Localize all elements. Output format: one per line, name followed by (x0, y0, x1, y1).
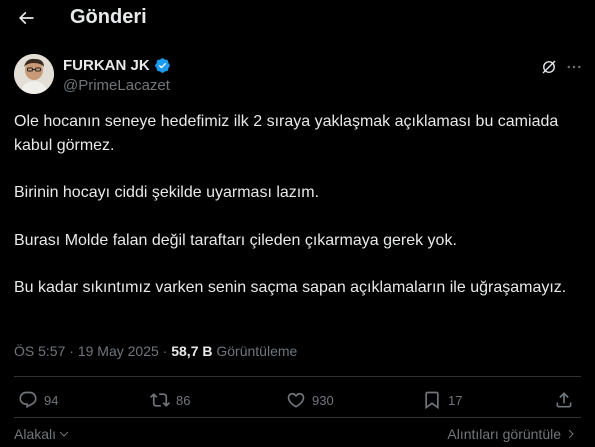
sort-label: Alakalı (14, 426, 57, 442)
sort-dropdown[interactable]: Alakalı (14, 426, 70, 442)
avatar-image (14, 54, 54, 94)
bookmark-button[interactable]: 17 (422, 390, 462, 410)
more-options-button[interactable] (563, 57, 585, 77)
share-icon (556, 392, 572, 408)
tweet-time[interactable]: ÖS 5:57 (14, 343, 65, 359)
view-quotes-link[interactable]: Alıntıları görüntüle (447, 426, 577, 442)
like-button[interactable]: 930 (286, 390, 334, 410)
author-handle[interactable]: @PrimeLacazet (63, 77, 171, 94)
tweet-paragraph: Bu kadar sıkıntımız varken senin saçma s… (14, 279, 567, 296)
reply-sort-bar: Alakalı Alıntıları görüntüle (0, 424, 595, 444)
share-button[interactable] (554, 390, 574, 410)
tweet-meta: ÖS 5:57 · 19 May 2025 · 58,7 B Görüntüle… (14, 343, 297, 359)
views-count: 58,7 B (171, 343, 213, 359)
repost-button[interactable]: 86 (150, 390, 190, 410)
tweet-actions: 94 86 930 17 (14, 390, 581, 412)
tweet-date[interactable]: 19 May 2025 (78, 343, 159, 359)
repost-count: 86 (176, 392, 191, 408)
view-quotes-label: Alıntıları görüntüle (447, 426, 561, 442)
arrow-left-icon (18, 11, 34, 25)
chevron-down-icon (59, 431, 69, 437)
reply-button[interactable]: 94 (18, 390, 58, 410)
back-button[interactable] (14, 6, 38, 30)
tweet-text: Ole hocanın seneye hedefimiz ilk 2 sıray… (14, 110, 574, 300)
reply-count: 94 (44, 392, 59, 408)
tweet-author: FURKAN JK @PrimeLacazet (14, 54, 581, 96)
like-count: 930 (312, 392, 334, 408)
tweet-paragraph: Birinin hocayı ciddi şekilde uyarması la… (14, 184, 320, 201)
top-bar: Gönderi (0, 0, 595, 36)
reply-icon (19, 391, 37, 409)
verified-badge-icon (154, 57, 171, 74)
heart-icon (287, 392, 305, 408)
views-label: Görüntüleme (216, 343, 298, 359)
repost-icon (150, 393, 170, 407)
meta-separator: · (162, 343, 168, 359)
grok-icon (542, 60, 556, 74)
tweet-paragraph: Ole hocanın seneye hedefimiz ilk 2 sıray… (14, 113, 559, 154)
tweet-paragraph: Burası Molde falan değil taraftarı çiled… (14, 231, 457, 249)
chevron-right-icon (568, 429, 574, 439)
bookmark-icon (425, 391, 439, 410)
divider (14, 417, 581, 418)
grok-button[interactable] (539, 57, 559, 77)
author-display-name[interactable]: FURKAN JK (63, 57, 150, 74)
avatar[interactable] (14, 54, 54, 94)
more-dots-icon (567, 65, 581, 69)
meta-separator: · (69, 343, 74, 359)
divider (14, 376, 581, 377)
author-name-block: FURKAN JK @PrimeLacazet (63, 57, 171, 94)
page-title: Gönderi (70, 6, 147, 28)
bookmark-count: 17 (448, 392, 463, 408)
